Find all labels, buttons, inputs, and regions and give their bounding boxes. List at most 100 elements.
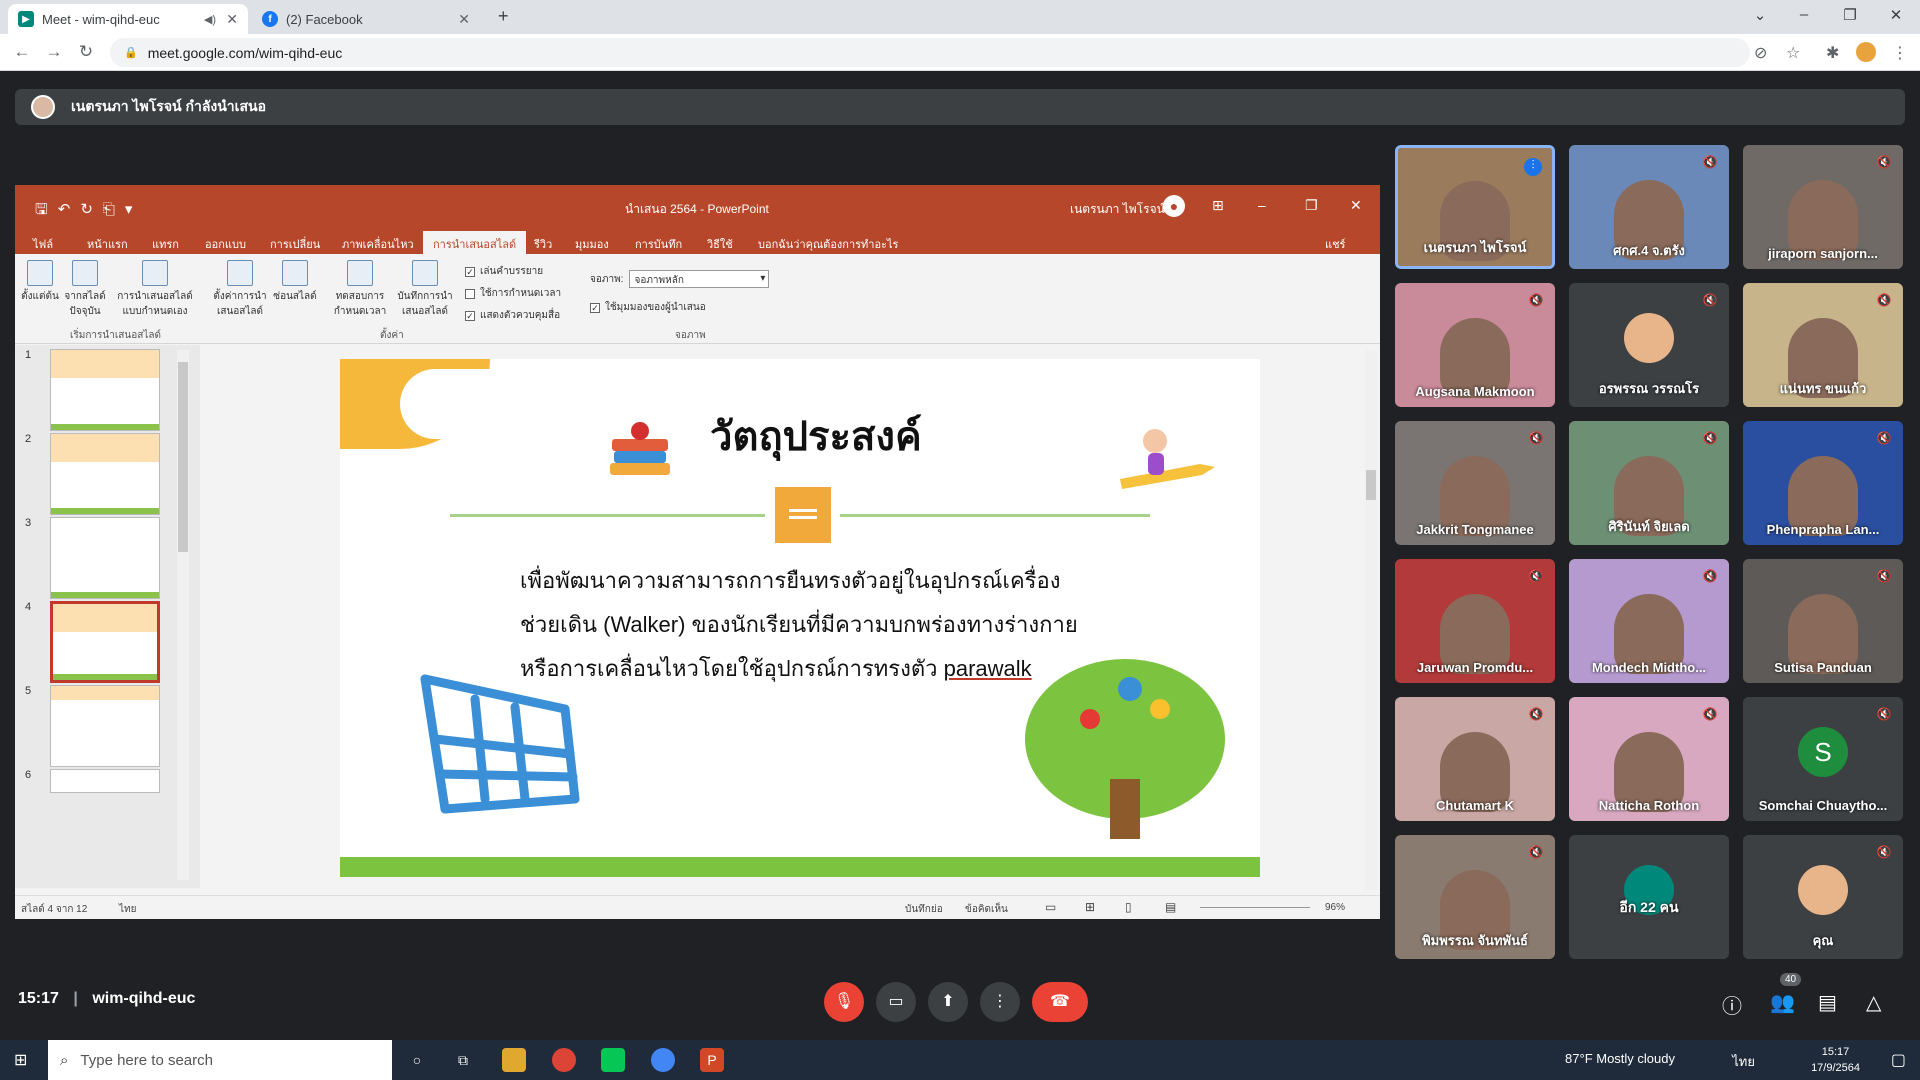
tell-me-search[interactable]: บอกฉันว่าคุณต้องการทำอะไร bbox=[758, 235, 898, 253]
taskbar-clock[interactable]: 15:17 17/9/2564 bbox=[1811, 1044, 1860, 1076]
taskbar-search[interactable]: ⌕ Type here to search bbox=[48, 1040, 392, 1080]
participant-tile[interactable]: 🔇 แน่นทร ขนแก้ว bbox=[1743, 283, 1903, 407]
user-avatar[interactable]: ● bbox=[1163, 195, 1185, 217]
tab-facebook[interactable]: f (2) Facebook ✕ bbox=[252, 4, 480, 34]
url-field[interactable]: 🔒 meet.google.com/wim-qihd-euc bbox=[110, 38, 1750, 67]
minimize-button[interactable]: – bbox=[1786, 6, 1822, 23]
chrome-icon[interactable] bbox=[552, 1048, 576, 1072]
tab-home[interactable]: หน้าแรก bbox=[87, 235, 128, 253]
close-icon[interactable]: ✕ bbox=[226, 11, 238, 28]
participant-tile[interactable]: 🔇 Natticha Rothon bbox=[1569, 697, 1729, 821]
use-timings-checkbox[interactable]: ใช้การกำหนดเวลา bbox=[465, 286, 561, 301]
slide-thumbnail[interactable] bbox=[50, 769, 160, 793]
from-current-button[interactable]: จากสไลด์ปัจจุบัน bbox=[60, 260, 110, 319]
participant-tile[interactable]: 🔇 คุณ bbox=[1743, 835, 1903, 959]
extensions-icon[interactable]: ✱ bbox=[1826, 43, 1839, 63]
participant-tile[interactable]: 🔇 Jaruwan Promdu... bbox=[1395, 559, 1555, 683]
slide-thumbnail[interactable] bbox=[50, 349, 160, 431]
tab-recording[interactable]: การบันทึก bbox=[635, 235, 682, 253]
from-beginning-button[interactable]: ตั้งแต่ต้น bbox=[15, 260, 65, 304]
more-icon[interactable]: ⋮ bbox=[980, 982, 1020, 1022]
new-tab-button[interactable]: + bbox=[498, 6, 509, 27]
file-explorer-icon[interactable] bbox=[502, 1048, 526, 1072]
participant-tile[interactable]: 🔇 พิมพรรณ จันทพันธ์ bbox=[1395, 835, 1555, 959]
notifications-icon[interactable]: ▢ bbox=[1891, 1050, 1906, 1070]
participant-tile[interactable]: 🔇 Mondech Midtho... bbox=[1569, 559, 1729, 683]
setup-show-button[interactable]: ตั้งค่าการนำเสนอสไลด์ bbox=[210, 260, 270, 319]
people-icon[interactable]: 👥 bbox=[1770, 990, 1795, 1015]
slideshow-view-icon[interactable]: ▤ bbox=[1165, 900, 1176, 914]
tab-help[interactable]: วิธีใช้ bbox=[707, 235, 733, 253]
cortana-icon[interactable]: ○ bbox=[405, 1048, 429, 1072]
participant-tile[interactable]: 🔇 Augsana Makmoon bbox=[1395, 283, 1555, 407]
quick-access-toolbar[interactable]: 🖫↶↻⎗▾ bbox=[35, 199, 142, 224]
close-window-button[interactable]: ✕ bbox=[1878, 6, 1914, 24]
participant-tile[interactable]: S 🔇 Somchai Chuaytho... bbox=[1743, 697, 1903, 821]
participant-tile[interactable]: 🔇 Jakkrit Tongmanee bbox=[1395, 421, 1555, 545]
forward-button[interactable]: → bbox=[42, 42, 66, 62]
slide-thumbnail[interactable] bbox=[50, 433, 160, 515]
tab-design[interactable]: ออกแบบ bbox=[205, 235, 246, 253]
play-narrations-checkbox[interactable]: ✓ เล่นคำบรรยาย bbox=[465, 264, 543, 279]
presenter-view-checkbox[interactable]: ✓ ใช้มุมมองของผู้นำเสนอ bbox=[590, 300, 706, 315]
participant-tile[interactable]: 🔇 Phenprapha Lan... bbox=[1743, 421, 1903, 545]
tab-insert[interactable]: แทรก bbox=[152, 235, 179, 253]
mic-off-icon[interactable]: 🎙 bbox=[824, 982, 864, 1022]
participant-tile[interactable]: ⫶ เนตรนภา ไพโรจน์ bbox=[1395, 145, 1555, 269]
present-icon[interactable]: ⬆ bbox=[928, 982, 968, 1022]
tab-animations[interactable]: ภาพเคลื่อนไหว bbox=[342, 235, 414, 253]
back-button[interactable]: ← bbox=[10, 42, 34, 62]
slide-thumbnail-selected[interactable] bbox=[50, 601, 160, 683]
custom-show-button[interactable]: การนำเสนอสไลด์แบบกำหนดเอง bbox=[115, 260, 195, 319]
participant-tile[interactable]: 🔇 อรพรรณ วรรณโร bbox=[1569, 283, 1729, 407]
rehearse-button[interactable]: ทดสอบการกำหนดเวลา bbox=[330, 260, 390, 319]
reload-button[interactable]: ↻ bbox=[74, 42, 98, 62]
participant-tile[interactable]: 🔇 ศิรินันท์ จิยเลด bbox=[1569, 421, 1729, 545]
monitor-select[interactable]: จอภาพ: จอภาพหลัก bbox=[590, 270, 770, 288]
hide-slide-button[interactable]: ซ่อนสไลด์ bbox=[270, 260, 320, 304]
sorter-view-icon[interactable]: ⊞ bbox=[1085, 900, 1095, 914]
end-call-icon[interactable]: ☎ bbox=[1032, 982, 1088, 1022]
zoom-slider[interactable] bbox=[1200, 907, 1310, 908]
ppt-close-button[interactable]: ✕ bbox=[1350, 197, 1362, 214]
task-view-icon[interactable]: ⧉ bbox=[451, 1048, 475, 1072]
notes-button[interactable]: บันทึกย่อ bbox=[905, 902, 943, 917]
ppt-minimize-button[interactable]: – bbox=[1258, 197, 1266, 213]
ribbon-display-icon[interactable]: ⊞ bbox=[1212, 197, 1224, 214]
reading-view-icon[interactable]: ▯ bbox=[1125, 900, 1132, 914]
participant-tile[interactable]: 🔇 Sutisa Panduan bbox=[1743, 559, 1903, 683]
slide-thumbnail[interactable] bbox=[50, 685, 160, 767]
tab-search-icon[interactable]: ⌄ bbox=[1742, 6, 1778, 24]
share-button[interactable]: แชร์ bbox=[1325, 235, 1345, 253]
thumbnail-scrollbar[interactable] bbox=[177, 350, 189, 880]
powerpoint-icon[interactable]: P bbox=[700, 1048, 724, 1072]
language-indicator[interactable]: ไทย bbox=[1732, 1051, 1755, 1072]
tab-transitions[interactable]: การเปลี่ยน bbox=[270, 235, 320, 253]
media-controls-checkbox[interactable]: ✓ แสดงตัวควบคุมสื่อ bbox=[465, 308, 560, 323]
windows-start-icon[interactable]: ⊞ bbox=[14, 1050, 27, 1070]
comments-button[interactable]: ข้อคิดเห็น bbox=[965, 902, 1008, 917]
normal-view-icon[interactable]: ▭ bbox=[1045, 900, 1056, 914]
speaker-icon[interactable]: ◀) bbox=[204, 13, 216, 26]
tab-review[interactable]: รีวิว bbox=[534, 235, 552, 253]
activities-icon[interactable]: △ bbox=[1866, 990, 1881, 1015]
tab-meet[interactable]: ▶ Meet - wim-qihd-euc ◀) ✕ bbox=[8, 4, 248, 34]
close-icon[interactable]: ✕ bbox=[458, 11, 470, 28]
chrome-profile-icon[interactable] bbox=[651, 1048, 675, 1072]
zoom-level[interactable]: 96% bbox=[1325, 902, 1345, 913]
record-show-button[interactable]: บันทึกการนำเสนอสไลด์ bbox=[390, 260, 460, 319]
participant-tile[interactable]: 🔇 Chutamart K bbox=[1395, 697, 1555, 821]
monitor-dropdown[interactable]: จอภาพหลัก bbox=[629, 270, 770, 288]
participant-tile[interactable]: 🔇 jiraporn sanjorn... bbox=[1743, 145, 1903, 269]
tab-file[interactable]: ไฟล์ bbox=[33, 235, 53, 253]
camera-icon[interactable]: ▭ bbox=[876, 982, 916, 1022]
tab-slideshow[interactable]: การนำเสนอสไลด์ bbox=[423, 231, 527, 254]
slide-scrollbar[interactable] bbox=[1365, 350, 1377, 890]
tab-view[interactable]: มุมมอง bbox=[575, 235, 609, 253]
info-icon[interactable]: ⓘ bbox=[1722, 990, 1742, 1019]
chrome-menu-icon[interactable]: ⋮ bbox=[1892, 43, 1908, 63]
camera-blocked-icon[interactable]: ⊘ bbox=[1754, 43, 1767, 63]
profile-avatar[interactable] bbox=[1856, 42, 1876, 62]
line-icon[interactable] bbox=[601, 1048, 625, 1072]
chat-icon[interactable]: ▤ bbox=[1818, 990, 1837, 1015]
